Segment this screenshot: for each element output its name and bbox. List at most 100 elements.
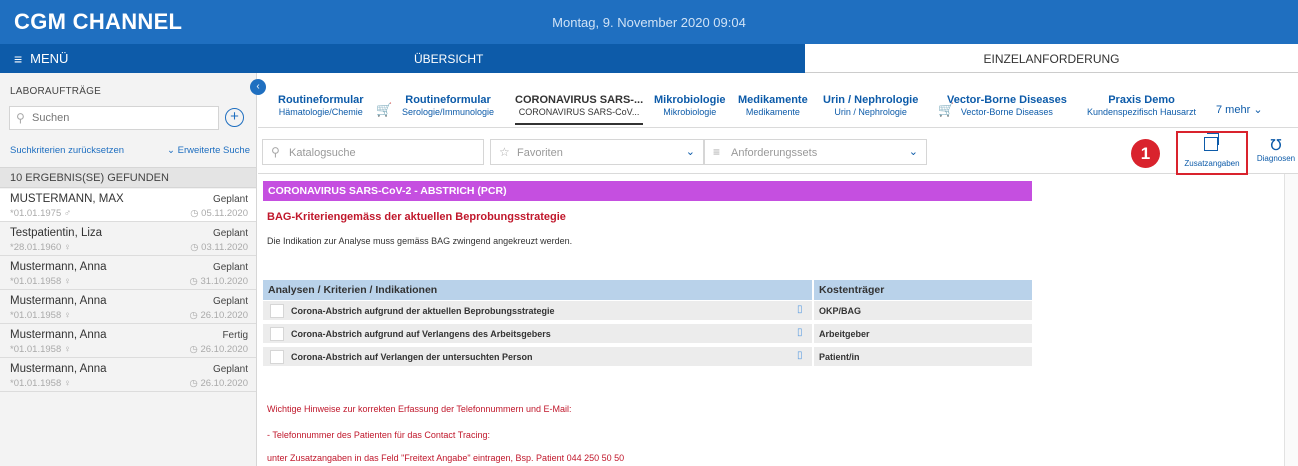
reset-criteria-link[interactable]: Suchkriterien zurücksetzen: [10, 145, 124, 156]
table-header: Analysen / Kriterien / Indikationen Kost…: [263, 280, 1032, 300]
section-header: CORONAVIRUS SARS-CoV-2 - ABSTRICH (PCR): [263, 181, 1032, 201]
cart-icon[interactable]: 🛒: [376, 102, 392, 118]
result-count: 10 ERGEBNIS(SE) GEFUNDEN: [10, 172, 169, 184]
favorites-label: Favoriten: [517, 147, 563, 159]
clock-icon: ◷: [189, 378, 201, 389]
tab-title: Praxis Demo: [1108, 94, 1175, 106]
single-request-tab[interactable]: EINZELANFORDERUNG: [805, 44, 1298, 73]
patient-dob: *01.01.1958 ♀: [10, 310, 72, 321]
document-icon[interactable]: ▯: [797, 350, 803, 361]
sidebar-title: LABORAUFTRÄGE: [10, 86, 101, 97]
patient-name: Testpatientin, Liza: [10, 227, 103, 239]
advanced-search-link[interactable]: ⌄ Erweiterte Suche: [167, 145, 250, 156]
tab-subtitle: Kundenspezifisch Hausarzt: [1087, 107, 1197, 117]
tab-routine-haematology[interactable]: Routineformular Hämatologie/Chemie: [278, 94, 364, 117]
column-header-payer: Kostenträger: [819, 284, 885, 296]
menu-label: MENÜ: [30, 51, 69, 66]
additional-info-button[interactable]: Zusatzangaben: [1176, 131, 1248, 175]
clock-icon: ◷: [189, 276, 201, 287]
current-datetime: Montag, 9. November 2020 09:04: [552, 15, 746, 30]
order-date: ◷ 26.10.2020: [189, 378, 248, 389]
tab-title: Routineformular: [405, 94, 491, 106]
patient-dob: *01.01.1975 ♂: [10, 208, 72, 219]
patient-list-item[interactable]: MUSTERMANN, MAX Geplant *01.01.1975 ♂ ◷ …: [0, 189, 256, 222]
gender-icon: ♀: [63, 310, 72, 321]
tab-subtitle: Urin / Nephrologie: [834, 107, 907, 117]
table-row: Corona-Abstrich auf Verlangen der unters…: [263, 347, 1032, 368]
tab-title: CORONAVIRUS SARS-...: [515, 94, 644, 106]
request-sets-label: Anforderungssets: [731, 147, 818, 159]
order-status: Geplant: [212, 194, 248, 205]
request-sets-dropdown[interactable]: ≡ Anforderungssets ⌄: [704, 139, 927, 165]
more-tabs-button[interactable]: 7 mehr ⌄: [1216, 103, 1263, 116]
tab-practice-demo[interactable]: Praxis Demo Kundenspezifisch Hausarzt: [1087, 94, 1196, 117]
overview-tab[interactable]: ÜBERSICHT: [414, 52, 483, 66]
indication-checkbox[interactable]: [270, 304, 284, 318]
callout-marker: 1: [1131, 139, 1160, 168]
patient-list-item[interactable]: Mustermann, Anna Fertig *01.01.1958 ♀ ◷ …: [0, 325, 256, 358]
list-icon: ≡: [713, 145, 721, 159]
tab-coronavirus[interactable]: CORONAVIRUS SARS-... CORONAVIRUS SARS-Co…: [515, 94, 644, 125]
payer-label: Patient/in: [819, 352, 860, 362]
add-order-button[interactable]: +: [225, 108, 244, 127]
gender-icon: ♂: [63, 208, 72, 219]
patient-name: Mustermann, Anna: [10, 363, 107, 375]
stethoscope-icon: ℧: [1270, 137, 1282, 154]
search-icon: ⚲: [271, 145, 280, 159]
more-tabs-label: 7 mehr: [1216, 104, 1251, 116]
tab-title: Mikrobiologie: [654, 94, 726, 106]
tab-urine-nephrology[interactable]: Urin / Nephrologie Urin / Nephrologie: [823, 94, 918, 117]
tab-title: Routineformular: [278, 94, 364, 106]
bag-criteria-title: BAG-Kriteriengemäss der aktuellen Beprob…: [267, 211, 566, 223]
lab-orders-sidebar: LABORAUFTRÄGE ⚲ + Suchkriterien zurückse…: [0, 73, 257, 466]
tab-subtitle: Hämatologie/Chemie: [278, 107, 363, 117]
clock-icon: ◷: [190, 208, 202, 219]
catalog-search[interactable]: ⚲ Katalogsuche: [262, 139, 484, 165]
diagnoses-button[interactable]: ℧ Diagnosen: [1254, 136, 1298, 163]
patient-list-item[interactable]: Mustermann, Anna Geplant *01.01.1958 ♀ ◷…: [0, 291, 256, 324]
form-content: CORONAVIRUS SARS-CoV-2 - ABSTRICH (PCR) …: [258, 174, 1284, 466]
patient-list-item[interactable]: Mustermann, Anna Geplant *01.01.1958 ♀ ◷…: [0, 257, 256, 290]
tab-subtitle: Mikrobiologie: [663, 107, 717, 117]
content-scrollbar[interactable]: [1284, 174, 1298, 466]
patient-list-item[interactable]: Mustermann, Anna Geplant *01.01.1958 ♀ ◷…: [0, 359, 256, 392]
order-status: Geplant: [212, 262, 248, 273]
tab-title: Vector-Borne Diseases: [947, 94, 1067, 106]
patient-name: Mustermann, Anna: [10, 261, 107, 273]
hint-text: unter Zusatzangaben in das Feld "Freitex…: [267, 453, 625, 463]
patient-list-item[interactable]: Testpatientin, Liza Geplant *28.01.1960 …: [0, 223, 256, 256]
tab-subtitle: Vector-Borne Diseases: [960, 107, 1053, 117]
patient-dob: *28.01.1960 ♀: [10, 242, 72, 253]
hint-text: - Telefonnummer des Patienten für das Co…: [267, 430, 490, 440]
order-status: Geplant: [212, 296, 248, 307]
tab-vector-borne[interactable]: Vector-Borne Diseases Vector-Borne Disea…: [947, 94, 1067, 117]
tab-title: Medikamente: [738, 94, 808, 106]
order-status: Geplant: [212, 364, 248, 375]
indication-checkbox[interactable]: [270, 327, 284, 341]
indication-checkbox[interactable]: [270, 350, 284, 364]
diagnoses-label: Diagnosen: [1256, 154, 1296, 163]
menu-button[interactable]: ≡ MENÜ: [14, 51, 68, 66]
gender-icon: ♀: [63, 242, 72, 253]
payer-label: Arbeitgeber: [819, 329, 870, 339]
result-count-bar: 10 ERGEBNIS(SE) GEFUNDEN: [0, 167, 256, 188]
tab-microbiology[interactable]: Mikrobiologie Mikrobiologie: [654, 94, 726, 117]
order-date: ◷ 31.10.2020: [189, 276, 248, 287]
document-icon[interactable]: ▯: [797, 304, 803, 315]
chevron-down-icon: ⌄: [685, 146, 695, 158]
favorites-dropdown[interactable]: ☆ Favoriten ⌄: [490, 139, 704, 165]
section-title: CORONAVIRUS SARS-CoV-2 - ABSTRICH (PCR): [268, 185, 507, 197]
table-row: Corona-Abstrich aufgrund der aktuellen B…: [263, 301, 1032, 322]
order-date: ◷ 26.10.2020: [189, 344, 248, 355]
single-request-label: EINZELANFORDERUNG: [983, 52, 1120, 66]
additional-info-label: Zusatzangaben: [1184, 159, 1240, 168]
sidebar-search[interactable]: ⚲: [9, 106, 219, 130]
payer-label: OKP/BAG: [819, 306, 862, 316]
document-icon[interactable]: ▯: [797, 327, 803, 338]
gender-icon: ♀: [63, 378, 72, 389]
search-input[interactable]: [32, 110, 212, 126]
tab-medications[interactable]: Medikamente Medikamente: [738, 94, 808, 117]
form-tabs: Routineformular Hämatologie/Chemie 🛒 Rou…: [258, 73, 1298, 128]
copy-icon: [1204, 133, 1219, 151]
tab-routine-serology[interactable]: Routineformular Serologie/Immunologie: [402, 94, 494, 117]
